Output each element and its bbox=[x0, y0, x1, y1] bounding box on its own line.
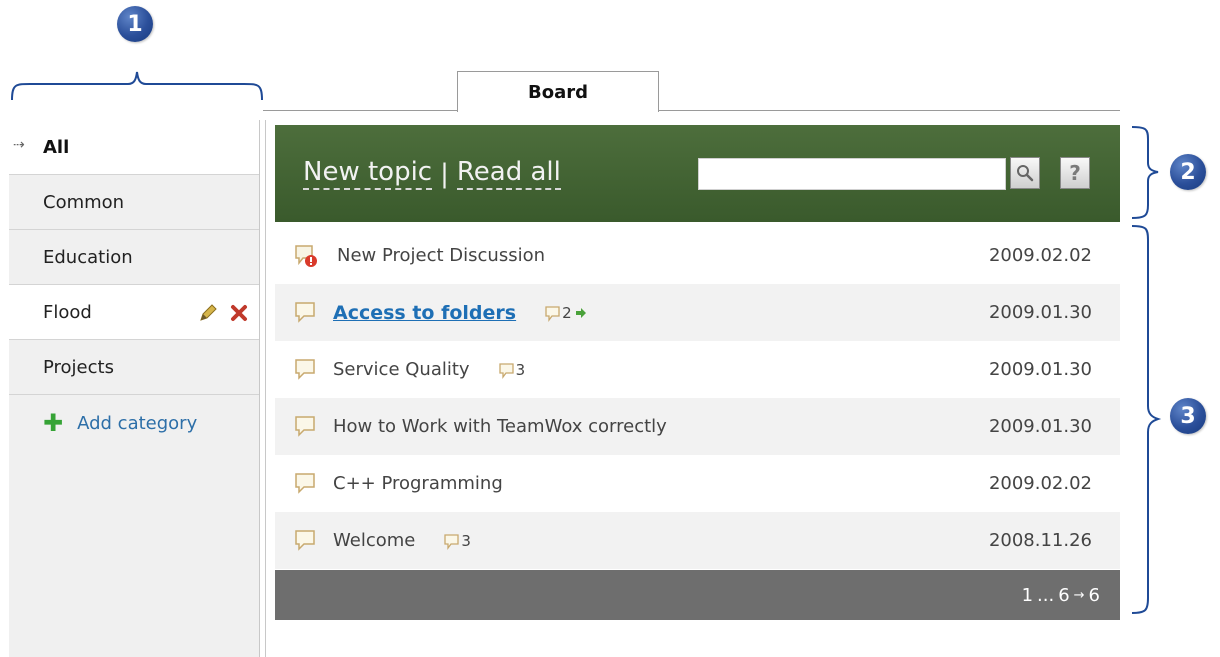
topic-icon bbox=[295, 473, 315, 494]
topic-date: 2009.01.30 bbox=[988, 416, 1092, 437]
topic-title[interactable]: Access to folders bbox=[333, 302, 516, 324]
topic-unread-icon bbox=[295, 245, 317, 267]
board-header: New topic | Read all ? bbox=[275, 125, 1120, 222]
tab-board-label: Board bbox=[528, 81, 588, 103]
topic-title[interactable]: C++ Programming bbox=[333, 473, 503, 494]
add-category-button[interactable]: ✚ Add category bbox=[9, 395, 259, 451]
bracket-header bbox=[1131, 126, 1159, 219]
sidebar-item-label: Projects bbox=[43, 356, 114, 378]
delete-icon[interactable] bbox=[229, 303, 249, 323]
sidebar-item-label: Common bbox=[43, 191, 125, 213]
topic-date: 2008.11.26 bbox=[988, 530, 1092, 551]
reply-count-value: 3 bbox=[515, 360, 526, 379]
topic-row[interactable]: Access to folders 2 2009.01.30 bbox=[275, 284, 1120, 341]
callout-badge-1: 1 bbox=[117, 6, 153, 42]
comment-icon bbox=[444, 533, 459, 550]
topic-title[interactable]: Welcome bbox=[333, 530, 415, 551]
tab-board[interactable]: Board bbox=[457, 71, 659, 112]
topic-title-wrap: Welcome 3 bbox=[333, 530, 471, 551]
help-button[interactable]: ? bbox=[1060, 157, 1090, 189]
topic-date: 2009.02.02 bbox=[988, 473, 1092, 494]
comment-icon bbox=[545, 305, 560, 322]
sidebar-item-flood[interactable]: Flood bbox=[9, 285, 259, 340]
topic-row[interactable]: C++ Programming 2009.02.02 bbox=[275, 455, 1120, 512]
page-current: 6 bbox=[1058, 584, 1070, 606]
search-button[interactable] bbox=[1010, 157, 1040, 189]
page-link-last[interactable]: 6 bbox=[1089, 585, 1100, 606]
sidebar-item-common[interactable]: Common bbox=[9, 175, 259, 230]
callout-badge-3: 3 bbox=[1170, 398, 1206, 434]
help-label: ? bbox=[1069, 161, 1081, 185]
topic-title[interactable]: How to Work with TeamWox correctly bbox=[333, 416, 667, 437]
sidebar-item-projects[interactable]: Projects bbox=[9, 340, 259, 395]
sidebar-item-label: Flood bbox=[43, 301, 92, 323]
callout-badge-2: 2 bbox=[1170, 154, 1206, 190]
new-topic-link[interactable]: New topic bbox=[303, 157, 433, 190]
reply-count: 3 bbox=[443, 532, 471, 550]
tab-baseline bbox=[263, 110, 1120, 111]
next-arrow-icon[interactable]: → bbox=[1074, 588, 1085, 603]
topic-title-wrap: Access to folders 2 bbox=[333, 302, 588, 324]
new-arrow-icon[interactable] bbox=[574, 306, 588, 320]
sidebar-item-label: All bbox=[43, 136, 70, 158]
sidebar-item-education[interactable]: Education bbox=[9, 230, 259, 285]
comment-icon bbox=[498, 362, 514, 379]
topic-row[interactable]: How to Work with TeamWox correctly 2009.… bbox=[275, 398, 1120, 455]
topic-icon bbox=[295, 416, 315, 437]
header-actions: New topic | Read all bbox=[303, 157, 561, 190]
sidebar-item-all[interactable]: ⇢ All bbox=[9, 120, 259, 175]
add-category-label: Add category bbox=[77, 412, 198, 434]
topic-row[interactable]: Welcome 3 2008.11.26 bbox=[275, 512, 1120, 569]
topic-date: 2009.02.02 bbox=[988, 245, 1092, 266]
current-arrow-icon: ⇢ bbox=[13, 137, 25, 153]
category-sidebar: ⇢ All Common Education Flood Projects ✚ … bbox=[9, 120, 260, 657]
topic-title[interactable]: New Project Discussion bbox=[337, 245, 545, 266]
bracket-list bbox=[1131, 225, 1162, 614]
sidebar-item-label: Education bbox=[43, 246, 133, 268]
reply-count: 2 bbox=[544, 304, 588, 322]
topic-date: 2009.01.30 bbox=[988, 359, 1092, 380]
reply-count-value: 3 bbox=[461, 531, 471, 550]
page-link-first[interactable]: 1 bbox=[1022, 585, 1033, 606]
topic-title[interactable]: Service Quality bbox=[333, 359, 470, 380]
read-all-link[interactable]: Read all bbox=[456, 157, 561, 190]
header-separator: | bbox=[440, 158, 449, 189]
category-actions bbox=[197, 302, 249, 324]
topic-row[interactable]: Service Quality 3 2009.01.30 bbox=[275, 341, 1120, 398]
reply-count: 3 bbox=[498, 360, 526, 379]
topic-row[interactable]: New Project Discussion 2009.02.02 bbox=[275, 227, 1120, 284]
plus-icon: ✚ bbox=[43, 409, 64, 437]
topic-date: 2009.01.30 bbox=[988, 302, 1092, 323]
reply-count-value: 2 bbox=[562, 303, 572, 322]
topic-list: New Project Discussion 2009.02.02 Access… bbox=[275, 227, 1120, 569]
topic-icon bbox=[295, 359, 315, 380]
topic-title-wrap: Service Quality 3 bbox=[333, 359, 525, 380]
pagination: 1 ... 6 → 6 bbox=[275, 570, 1120, 620]
page-ellipsis: ... bbox=[1037, 584, 1055, 606]
search-input[interactable] bbox=[698, 158, 1006, 190]
topic-icon bbox=[295, 530, 315, 551]
divider bbox=[265, 120, 266, 657]
topic-icon bbox=[295, 302, 315, 323]
pencil-icon[interactable] bbox=[197, 302, 219, 324]
search-icon bbox=[1017, 165, 1034, 182]
bracket-sidebar bbox=[11, 71, 263, 101]
